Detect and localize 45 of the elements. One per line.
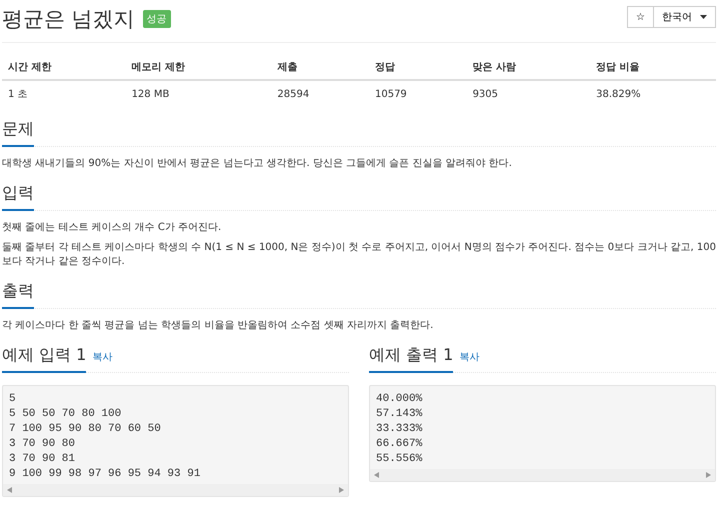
- horizontal-scrollbar[interactable]: [3, 484, 348, 496]
- table-cell: 1 초: [2, 80, 126, 107]
- code-line: 40.000%: [376, 392, 424, 407]
- column-header: 메모리 제한: [126, 55, 272, 80]
- scroll-left-icon[interactable]: [374, 472, 379, 478]
- code-line: 66.667%: [376, 437, 424, 452]
- table-cell: 128 MB: [126, 80, 272, 107]
- code-line: 5 50 50 70 80 100: [9, 407, 122, 422]
- code-line: 9 100 99 98 97 96 95 94 93 91: [9, 467, 202, 482]
- scroll-right-icon[interactable]: [339, 487, 344, 493]
- code-line: 5: [9, 392, 17, 407]
- problem-title: 평균은 넘겠지: [2, 6, 135, 32]
- code-line: 33.333%: [376, 422, 424, 437]
- caret-icon: [700, 15, 707, 19]
- table-cell: 9305: [466, 80, 590, 107]
- code-line: 7 100 95 90 80 70 60 50: [9, 422, 162, 437]
- column-header: 제출: [271, 55, 369, 80]
- sample-heading: 예제 출력 1: [369, 341, 454, 373]
- description-text: 둘째 줄부터 각 테스트 케이스마다 학생의 수 N(1 ≤ N ≤ 1000, N은 정수)이 첫 수로 주어지고, 이어서 N명의 점수가 주어진다. 점수는 0보다 크거나 같고, 100보다 작거나 같은 정수이다.: [2, 241, 716, 269]
- code-line: 55.556%: [376, 452, 424, 467]
- table-cell: 38.829%: [590, 80, 716, 107]
- language-dropdown[interactable]: 한국어: [654, 6, 716, 28]
- column-header: 맞은 사람: [466, 55, 590, 80]
- column-header: 정답 비율: [590, 55, 716, 80]
- scroll-left-icon[interactable]: [7, 487, 12, 493]
- table-cell: 28594: [271, 80, 369, 107]
- description-text: 첫째 줄에는 테스트 케이스의 개수 C가 주어진다.: [2, 221, 222, 235]
- code-line: 57.143%: [376, 407, 424, 422]
- column-header: 시간 제한: [2, 55, 126, 80]
- copy-link[interactable]: 복사: [92, 350, 112, 364]
- description-text: 대학생 새내기들의 90%는 자신이 반에서 평균은 넘는다고 생각한다. 당신은 그들에게 슬픈 진실을 알려줘야 한다.: [2, 157, 513, 171]
- scroll-right-icon[interactable]: [706, 472, 711, 478]
- copy-link[interactable]: 복사: [459, 350, 480, 364]
- horizontal-scrollbar[interactable]: [370, 469, 715, 481]
- description-text: 각 케이스마다 한 줄씩 평균을 넘는 학생들의 비율을 반올림하여 소수점 셋째 자리까지 출력한다.: [2, 319, 434, 333]
- star-button[interactable]: ☆: [627, 6, 654, 28]
- status-badge: 성공: [142, 10, 171, 28]
- code-line: 3 70 90 80: [9, 437, 76, 452]
- code-line: 3 70 90 81: [9, 452, 76, 467]
- column-header: 정답: [368, 55, 467, 80]
- table-cell: 10579: [368, 80, 467, 107]
- section-heading: 출력: [2, 277, 34, 309]
- section-heading: 문제: [2, 115, 34, 147]
- section-heading: 입력: [2, 179, 34, 211]
- sample-heading: 예제 입력 1: [2, 341, 86, 373]
